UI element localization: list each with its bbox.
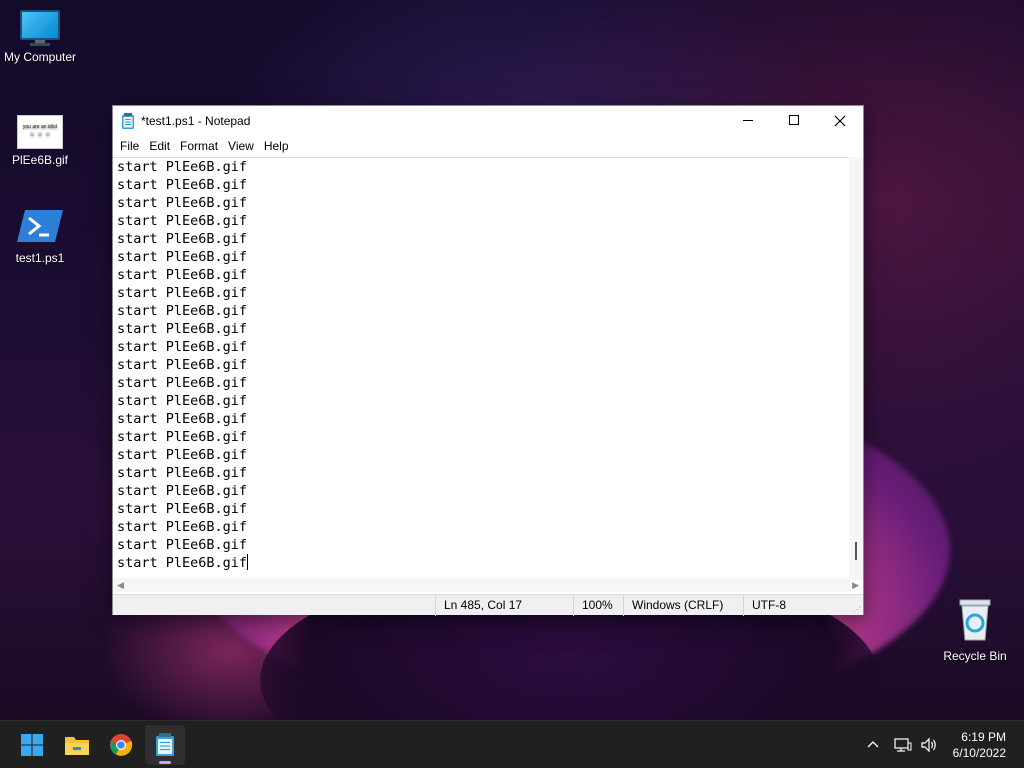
- editor-line: start PlEe6B.gif: [117, 249, 248, 265]
- desktop-icon-gif-file[interactable]: you are an idiot ☺ ☺ ☺ PlEe6B.gif: [0, 115, 80, 167]
- editor-line: start PlEe6B.gif: [117, 285, 248, 301]
- menu-view[interactable]: View: [223, 139, 259, 153]
- gif-file-icon: you are an idiot ☺ ☺ ☺: [17, 115, 63, 149]
- editor-line: start PlEe6B.gif: [117, 339, 248, 355]
- editor-line: start PlEe6B.gif: [117, 483, 248, 499]
- monitor-icon: [18, 10, 62, 46]
- editor-line: start PlEe6B.gif: [117, 501, 248, 517]
- editor-line: start PlEe6B.gif: [117, 447, 248, 463]
- text-editor[interactable]: start PlEe6B.gif start PlEe6B.gif start Pl…: [116, 158, 851, 578]
- taskbar-file-explorer[interactable]: [57, 725, 97, 765]
- editor-line: start PlEe6B.gif: [117, 393, 248, 409]
- menu-bar: File Edit Format View Help: [113, 135, 863, 157]
- notepad-window[interactable]: *test1.ps1 - Notepad File Edit Format Vi…: [112, 105, 864, 616]
- resize-grip-icon[interactable]: ⋰: [853, 605, 861, 614]
- menu-format[interactable]: Format: [175, 139, 223, 153]
- close-icon: [834, 115, 846, 126]
- desktop-icon-recycle-bin[interactable]: Recycle Bin: [935, 598, 1015, 663]
- desktop-icon-ps1-file[interactable]: test1.ps1: [0, 208, 80, 265]
- notepad-icon: [122, 112, 134, 129]
- desktop-icon-label: My Computer: [3, 50, 77, 64]
- clock-date: 6/10/2022: [952, 746, 1006, 760]
- system-tray: [866, 721, 938, 768]
- editor-line: start PlEe6B.gif: [117, 231, 248, 247]
- horizontal-scrollbar[interactable]: ◀ ▶: [113, 578, 859, 592]
- editor-line: start PlEe6B.gif: [117, 411, 248, 427]
- desktop-icon-label: Recycle Bin: [943, 649, 1007, 663]
- gif-thumbnail-text: you are an idiot: [22, 124, 58, 130]
- taskbar-clock[interactable]: 6:19 PM 6/10/2022: [953, 729, 1006, 761]
- status-bar: Ln 485, Col 17 100% Windows (CRLF) UTF-8…: [113, 594, 863, 616]
- network-icon[interactable]: [894, 737, 912, 753]
- scroll-left-icon[interactable]: ◀: [117, 580, 124, 591]
- editor-line: start PlEe6B.gif: [117, 195, 248, 211]
- minimize-button[interactable]: [725, 106, 771, 135]
- active-app-indicator: [159, 761, 171, 764]
- status-cursor-position: Ln 485, Col 17: [435, 595, 575, 616]
- taskbar: 6:19 PM 6/10/2022: [0, 720, 1024, 768]
- recycle-bin-icon: [959, 599, 991, 641]
- volume-icon[interactable]: [920, 737, 938, 753]
- editor-line: start PlEe6B.gif: [117, 303, 248, 319]
- editor-line: start PlEe6B.gif: [117, 465, 248, 481]
- vertical-scroll-thumb[interactable]: [855, 542, 857, 560]
- maximize-button[interactable]: [771, 106, 817, 135]
- title-bar[interactable]: *test1.ps1 - Notepad: [113, 106, 863, 135]
- editor-line: start PlEe6B.gif: [117, 321, 248, 337]
- menu-edit[interactable]: Edit: [144, 139, 175, 153]
- maximize-icon: [788, 115, 799, 125]
- chrome-icon: [110, 734, 133, 756]
- start-button[interactable]: [12, 725, 52, 765]
- editor-line: start PlEe6B.gif: [117, 554, 249, 571]
- editor-line: start PlEe6B.gif: [117, 213, 248, 229]
- start-icon: [21, 734, 43, 756]
- file-explorer-icon: [65, 737, 89, 755]
- status-line-endings: Windows (CRLF): [623, 595, 747, 616]
- menu-file[interactable]: File: [115, 139, 144, 153]
- editor-line: start PlEe6B.gif: [117, 267, 248, 283]
- scroll-right-icon[interactable]: ▶: [852, 580, 859, 591]
- chevron-up-icon[interactable]: [866, 738, 880, 752]
- editor-line: start PlEe6B.gif: [117, 429, 248, 445]
- menu-help[interactable]: Help: [259, 139, 294, 153]
- notepad-icon: [156, 733, 174, 756]
- window-title: *test1.ps1 - Notepad: [141, 113, 251, 128]
- close-button[interactable]: [817, 106, 863, 135]
- clock-time: 6:19 PM: [961, 730, 1006, 744]
- editor-line: start PlEe6B.gif: [117, 519, 248, 535]
- status-zoom: 100%: [573, 595, 625, 616]
- editor-line: start PlEe6B.gif: [117, 357, 248, 373]
- text-editor-area[interactable]: start PlEe6B.gif start PlEe6B.gif start Pl…: [113, 157, 863, 580]
- vertical-scrollbar[interactable]: [849, 157, 863, 580]
- powershell-icon: [17, 210, 63, 242]
- desktop-icon-my-computer[interactable]: My Computer: [0, 10, 80, 64]
- minimize-icon: [742, 120, 753, 121]
- taskbar-notepad[interactable]: [145, 725, 185, 765]
- editor-line: start PlEe6B.gif: [117, 375, 248, 391]
- text-caret: [247, 554, 249, 570]
- editor-line: start PlEe6B.gif: [117, 159, 248, 175]
- desktop-icon-label: PlEe6B.gif: [11, 153, 69, 167]
- status-encoding: UTF-8: [743, 595, 853, 616]
- desktop-icon-label: test1.ps1: [15, 251, 65, 265]
- editor-line: start PlEe6B.gif: [117, 177, 248, 193]
- editor-line: start PlEe6B.gif: [117, 537, 248, 553]
- taskbar-chrome[interactable]: [101, 725, 141, 765]
